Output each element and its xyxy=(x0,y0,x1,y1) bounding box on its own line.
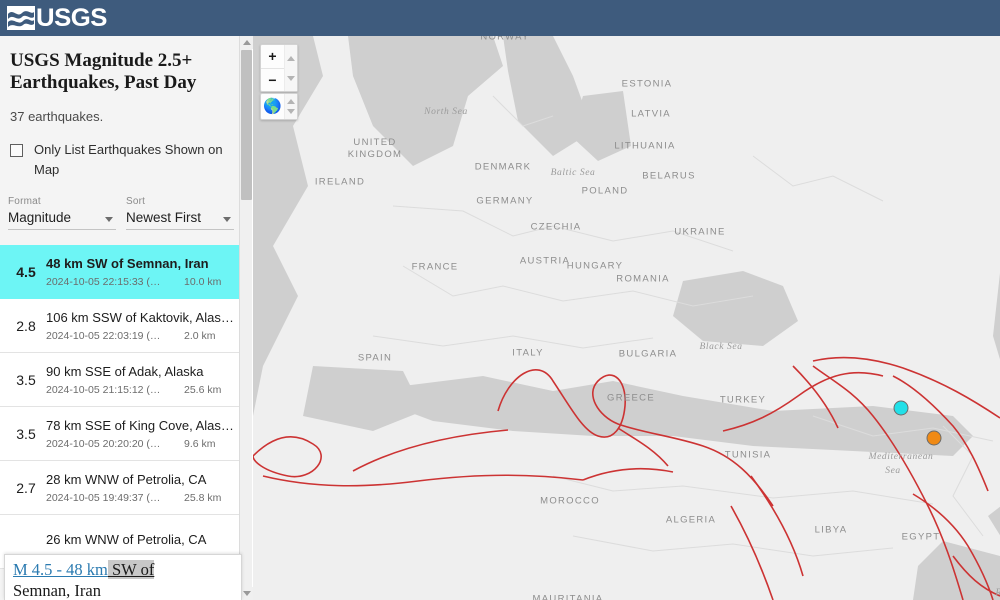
format-value: Magnitude xyxy=(8,210,72,226)
earthquake-count: 37 earthquakes. xyxy=(10,108,104,124)
earthquake-depth: 10.0 km xyxy=(184,275,222,288)
sidebar-scrollbar[interactable] xyxy=(239,36,253,600)
zoom-control[interactable]: + − xyxy=(260,44,298,92)
earthquake-details: 90 km SSE of Adak, Alaska 2024-10-05 21:1… xyxy=(46,363,240,396)
earthquake-place: 28 km WNW of Petrolia, CA xyxy=(46,472,207,488)
spinner-down-arrow-icon[interactable] xyxy=(287,108,295,114)
magnitude-value: 3.5 xyxy=(16,371,36,388)
magnitude-value: 3.5 xyxy=(16,425,36,442)
page-title: USGS Magnitude 2.5+ Earthquakes, Past Da… xyxy=(10,50,197,94)
magnitude-value: 2.7 xyxy=(16,479,36,496)
zoom-spinner[interactable] xyxy=(284,45,297,91)
earthquake-map[interactable]: NORWAY ESTONIA LATVIA LITHUANIA DENMARK Balti… xyxy=(253,36,1000,600)
earthquake-details: 48 km SW of Semnan, Iran 2024-10-05 22:15… xyxy=(46,255,240,288)
earthquake-meta: 2024-10-05 19:49:37 (UTC+0… 25.8 km xyxy=(46,492,234,504)
only-list-checkbox[interactable] xyxy=(10,143,23,157)
earthquake-meta: 2024-10-05 21:15:12 (UTC+0… 25.6 km xyxy=(46,384,234,396)
zoom-in-button[interactable]: + xyxy=(261,45,284,69)
zoom-out-button[interactable]: − xyxy=(261,69,284,92)
popup-selected-text: SW of xyxy=(107,560,155,579)
earthquake-time: 2024-10-05 22:03:19 (UTC+03… xyxy=(46,329,166,342)
earthquake-place: 106 km SSW of Kaktovik, Alas… xyxy=(46,310,234,326)
earthquake-depth: 25.6 km xyxy=(184,383,222,396)
earthquake-list-item[interactable]: 2.7 28 km WNW of Petrolia, CA 2024-10-05 1… xyxy=(0,461,240,516)
earthquake-list-item[interactable]: 2.8 106 km SSW of Kaktovik, Alas… 2024-10-… xyxy=(0,299,240,354)
earthquake-place: 78 km SSE of King Cove, Alas… xyxy=(46,418,234,434)
format-select[interactable]: Format Magnitude xyxy=(8,196,116,231)
chevron-down-icon xyxy=(105,217,113,223)
spinner-up-arrow-icon[interactable] xyxy=(287,99,295,105)
earthquake-list-item[interactable]: 4.5 48 km SW of Semnan, Iran 2024-10-05 22… xyxy=(0,245,240,300)
spinner-down-arrow-icon[interactable] xyxy=(287,75,295,81)
popup-event-link[interactable]: M 4.5 - 48 km xyxy=(13,560,108,579)
scroll-up-arrow-icon[interactable] xyxy=(240,36,253,49)
earthquake-marker[interactable] xyxy=(926,430,942,446)
popup-event-line2: Semnan, Iran xyxy=(13,580,101,600)
earthquake-meta: 2024-10-05 22:03:19 (UTC+03… 2.0 km xyxy=(46,330,234,342)
basemap-control[interactable]: 🌎 xyxy=(260,93,298,120)
scrollbar-thumb[interactable] xyxy=(241,50,252,200)
usgs-logo[interactable]: USGS xyxy=(0,3,107,32)
earthquake-place: 48 km SW of Semnan, Iran xyxy=(46,256,209,272)
earthquake-place: 26 km WNW of Petrolia, CA xyxy=(46,532,207,548)
earthquake-meta: 2024-10-05 22:15:33 (UTC+0… 10.0 km xyxy=(46,276,234,288)
chevron-down-icon xyxy=(223,217,231,223)
earthquake-details: 26 km WNW of Petrolia, CA xyxy=(46,531,240,552)
earthquake-time: 2024-10-05 20:20:20 (UTC+03… xyxy=(46,437,166,450)
earthquake-sidebar: USGS Magnitude 2.5+ Earthquakes, Past Da… xyxy=(0,36,252,600)
map-basemap xyxy=(253,36,1000,600)
earthquake-list-item[interactable]: 3.5 90 km SSE of Adak, Alaska 2024-10-05 2… xyxy=(0,353,240,408)
earthquake-time: 2024-10-05 22:15:33 (UTC+0… xyxy=(46,275,166,288)
sort-select[interactable]: Sort Newest First xyxy=(126,196,234,231)
usgs-wordmark: USGS xyxy=(36,3,107,32)
globe-icon[interactable]: 🌎 xyxy=(261,94,284,119)
earthquake-meta: 2024-10-05 20:20:20 (UTC+03… 9.6 km xyxy=(46,438,234,450)
app-header: USGS xyxy=(0,0,1000,36)
earthquake-details: 28 km WNW of Petrolia, CA 2024-10-05 19:4… xyxy=(46,471,240,504)
earthquake-list-item[interactable]: 3.5 78 km SSE of King Cove, Alas… 2024-10-… xyxy=(0,407,240,462)
earthquake-depth: 2.0 km xyxy=(184,329,216,342)
earthquake-time: 2024-10-05 19:49:37 (UTC+0… xyxy=(46,491,166,504)
spinner-up-arrow-icon[interactable] xyxy=(287,55,295,61)
earthquake-depth: 9.6 km xyxy=(184,437,216,450)
sort-value: Newest First xyxy=(126,210,202,226)
basemap-spinner[interactable] xyxy=(284,94,297,119)
earthquake-time: 2024-10-05 21:15:12 (UTC+0… xyxy=(46,383,166,396)
earthquake-place: 90 km SSE of Adak, Alaska xyxy=(46,364,204,380)
earthquake-details: 106 km SSW of Kaktovik, Alas… 2024-10-05 … xyxy=(46,309,240,342)
sort-label: Sort xyxy=(126,196,146,208)
only-list-checkbox-row[interactable]: Only List Earthquakes Shown on Map xyxy=(0,124,240,180)
status-bar-popup: M 4.5 - 48 km SW of Semnan, Iran xyxy=(4,554,242,600)
format-label: Format xyxy=(8,196,41,208)
earthquake-details: 78 km SSE of King Cove, Alas… 2024-10-05 … xyxy=(46,417,240,450)
earthquake-list: 4.5 48 km SW of Semnan, Iran 2024-10-05 22… xyxy=(0,245,240,570)
magnitude-value: 4.5 xyxy=(16,263,36,280)
earthquake-depth: 25.8 km xyxy=(184,491,222,504)
selected-earthquake-marker[interactable] xyxy=(893,400,909,416)
usgs-wave-icon xyxy=(7,6,35,30)
list-controls: Format Magnitude Sort Newest First xyxy=(0,180,240,231)
only-list-label: Only List Earthquakes Shown on Map xyxy=(34,141,223,177)
magnitude-value: 2.8 xyxy=(16,317,36,334)
